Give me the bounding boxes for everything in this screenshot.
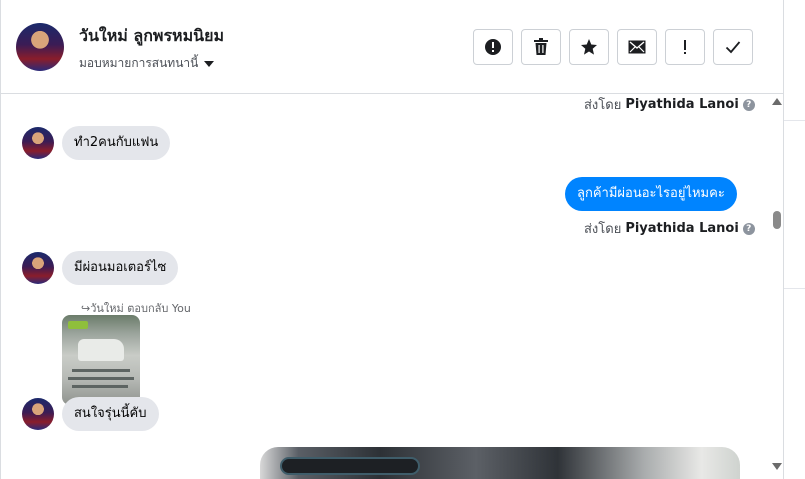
scrollbar-thumb[interactable] xyxy=(773,211,781,229)
scroll-up-arrow-icon[interactable] xyxy=(772,98,782,105)
right-gutter xyxy=(784,0,805,479)
delete-button[interactable] xyxy=(521,29,561,65)
sent-by-prefix: ส่งโดย xyxy=(584,222,622,237)
sender-avatar[interactable] xyxy=(22,127,54,159)
sent-by-label: ส่งโดย Piyathida Lanoi ? xyxy=(584,218,755,239)
contact-name[interactable]: วันใหม่ ลูกพรหมนิยม xyxy=(79,24,224,49)
sender-avatar[interactable] xyxy=(22,252,54,284)
alert-circle-icon xyxy=(485,39,501,55)
star-icon xyxy=(581,39,597,55)
report-button[interactable] xyxy=(473,29,513,65)
help-icon[interactable]: ? xyxy=(742,222,755,235)
sent-by-label: ส่งโดย Piyathida Lanoi ? xyxy=(584,94,755,115)
assign-conversation-dropdown[interactable]: มอบหมายการสนทนานี้ xyxy=(79,54,215,73)
message-row: มีผ่อนมอเตอร์ไซ xyxy=(22,251,179,285)
envelope-icon xyxy=(628,40,646,54)
trash-icon xyxy=(534,38,548,55)
thumb-text-line xyxy=(72,369,130,372)
incoming-message[interactable]: สนใจรุ่นนี้คับ xyxy=(62,397,159,431)
agent-name: Piyathida Lanoi xyxy=(625,221,739,236)
agent-name: Piyathida Lanoi xyxy=(625,97,739,112)
conversation-panel: วันใหม่ ลูกพรหมนิยม มอบหมายการสนทนานี้ ส… xyxy=(0,0,785,479)
star-button[interactable] xyxy=(569,29,609,65)
exclamation-icon xyxy=(684,40,686,54)
contact-avatar[interactable] xyxy=(16,23,64,71)
done-button[interactable] xyxy=(713,29,753,65)
help-icon[interactable]: ? xyxy=(742,98,755,111)
divider xyxy=(784,288,805,289)
thumb-sign xyxy=(68,321,88,329)
divider xyxy=(784,120,805,121)
message-thread[interactable]: ส่งโดย Piyathida Lanoi ? ทำ2คนกับแฟน ลูก… xyxy=(1,94,785,479)
scroll-down-arrow-icon[interactable] xyxy=(772,463,782,470)
checkmark-icon xyxy=(725,41,741,54)
thumb-text-line xyxy=(68,377,134,380)
mark-important-button[interactable] xyxy=(665,29,705,65)
reply-meta-text: วันใหม่ ตอบกลับ You xyxy=(90,302,191,315)
replied-image-thumbnail[interactable] xyxy=(62,315,140,405)
header-toolbar xyxy=(473,29,753,65)
outgoing-image[interactable] xyxy=(260,447,740,479)
message-row: ทำ2คนกับแฟน xyxy=(22,126,171,160)
message-row: สนใจรุ่นนี้คับ xyxy=(22,397,159,431)
thumb-text-line xyxy=(72,385,128,388)
caret-down-icon xyxy=(204,61,215,67)
conversation-header: วันใหม่ ลูกพรหมนิยม มอบหมายการสนทนานี้ xyxy=(1,0,785,94)
mail-button[interactable] xyxy=(617,29,657,65)
assign-label: มอบหมายการสนทนานี้ xyxy=(79,56,199,70)
sent-by-prefix: ส่งโดย xyxy=(584,98,622,113)
sender-avatar[interactable] xyxy=(22,398,54,430)
thumb-car xyxy=(78,339,124,361)
incoming-message[interactable]: มีผ่อนมอเตอร์ไซ xyxy=(62,251,179,285)
image-detail xyxy=(280,457,420,475)
outgoing-message[interactable]: ลูกค้ามีผ่อนอะไรอยู่ไหมคะ xyxy=(565,177,737,211)
incoming-message[interactable]: ทำ2คนกับแฟน xyxy=(62,126,171,160)
